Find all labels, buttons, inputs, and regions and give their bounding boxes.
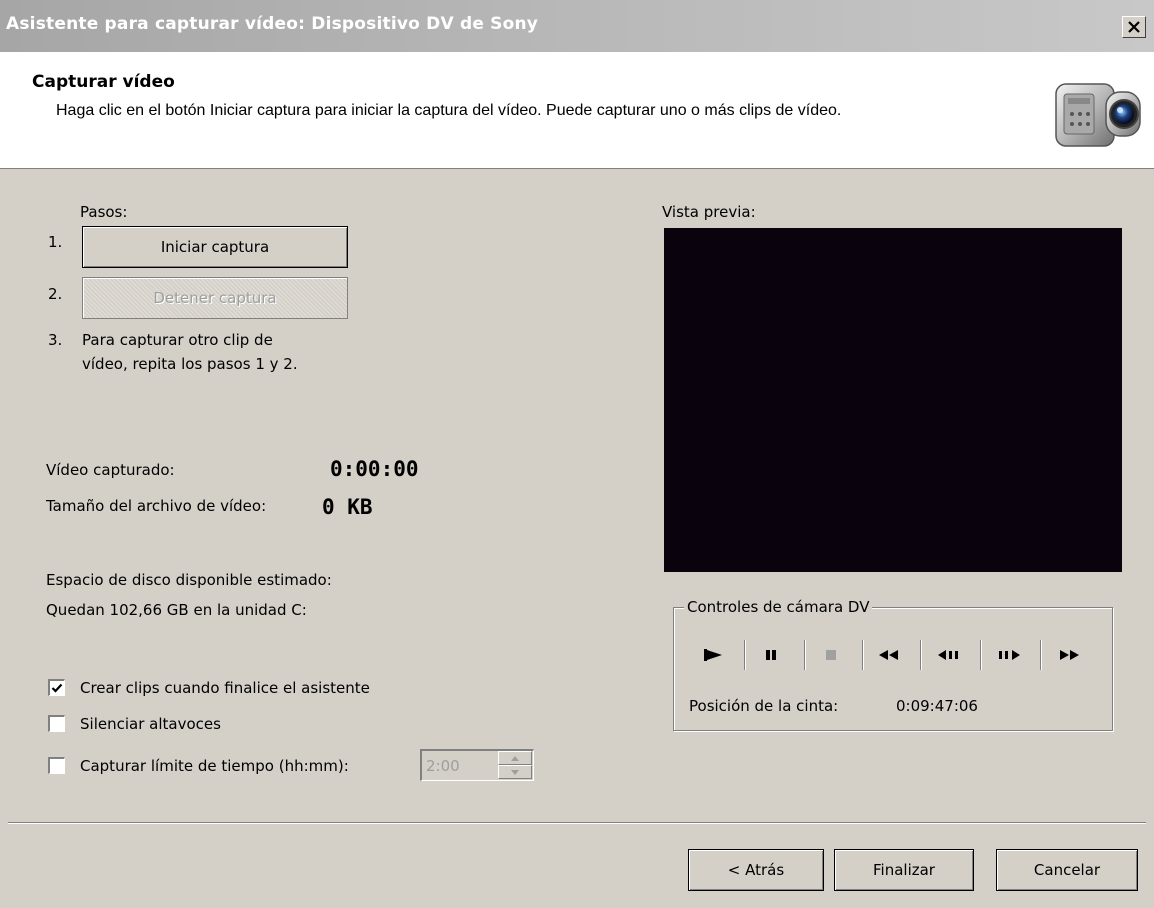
cancel-button[interactable]: Cancelar [996, 849, 1138, 891]
rewind-button[interactable] [872, 637, 906, 673]
steps-label: Pasos: [80, 203, 128, 221]
stop-capture-button[interactable]: Detener captura [82, 277, 348, 319]
create-clips-label[interactable]: Crear clips cuando finalice el asistente [80, 679, 370, 697]
play-icon [704, 649, 722, 661]
next-frame-button[interactable] [992, 637, 1026, 673]
tape-position-label: Posición de la cinta: [689, 697, 839, 715]
finish-button[interactable]: Finalizar [834, 849, 974, 891]
camcorder-icon [1055, 83, 1141, 147]
start-capture-label: Iniciar captura [160, 238, 270, 256]
step-3-number: 3. [48, 331, 63, 349]
stop-icon [826, 650, 836, 660]
step-2-number: 2. [48, 285, 63, 303]
fast-forward-button[interactable] [1052, 637, 1086, 673]
time-limit-label[interactable]: Capturar límite de tiempo (hh:mm): [80, 757, 349, 775]
rewind-icon [879, 650, 898, 660]
create-clips-checkbox[interactable] [48, 679, 65, 696]
control-separator [1040, 640, 1041, 670]
cancel-button-label: Cancelar [1033, 861, 1101, 879]
page-title: Capturar vídeo [32, 72, 175, 92]
preview-label: Vista previa: [662, 203, 756, 221]
step-3-text-line-2: vídeo, repita los pasos 1 y 2. [82, 355, 298, 373]
title-bar[interactable]: Asistente para capturar vídeo: Dispositi… [0, 0, 1154, 52]
page-description: Haga clic en el botón Iniciar captura pa… [56, 102, 842, 119]
stop-capture-label: Detener captura [153, 289, 277, 307]
tape-position-value: 0:09:47:06 [896, 697, 978, 715]
footer-separator [8, 822, 1146, 823]
pause-button[interactable] [754, 637, 788, 673]
control-separator [744, 640, 745, 670]
file-size-label: Tamaño del archivo de vídeo: [46, 497, 267, 515]
video-preview [664, 228, 1122, 572]
disk-space-label: Espacio de disco disponible estimado: [46, 571, 332, 589]
step-1-number: 1. [48, 233, 63, 251]
arrow-down-icon [511, 769, 519, 775]
next-frame-icon [999, 650, 1020, 660]
pause-icon [766, 650, 776, 660]
control-separator [862, 640, 863, 670]
start-capture-button[interactable]: Iniciar captura [82, 226, 348, 268]
back-button[interactable]: < Atrás [688, 849, 824, 891]
close-button[interactable] [1122, 16, 1146, 38]
spin-up-button[interactable] [498, 751, 532, 765]
mute-speakers-label[interactable]: Silenciar altavoces [80, 715, 221, 733]
window-title: Asistente para capturar vídeo: Dispositi… [6, 14, 539, 34]
control-separator [804, 640, 805, 670]
control-separator [980, 640, 981, 670]
mute-speakers-checkbox[interactable] [48, 715, 65, 732]
spin-down-button[interactable] [498, 765, 532, 779]
captured-video-value: 0:00:00 [330, 457, 419, 481]
disk-space-value: Quedan 102,66 GB en la unidad C: [46, 601, 307, 619]
arrow-up-icon [511, 755, 519, 761]
file-size-value: 0 KB [322, 495, 373, 519]
check-icon [51, 683, 63, 693]
close-icon [1128, 21, 1140, 33]
control-separator [920, 640, 921, 670]
play-button[interactable] [696, 637, 730, 673]
dv-camera-controls-title: Controles de cámara DV [684, 598, 873, 616]
wizard-header: Capturar vídeo Haga clic en el botón Ini… [0, 52, 1154, 169]
finish-button-label: Finalizar [873, 861, 935, 879]
previous-frame-icon [938, 650, 958, 660]
back-button-label: < Atrás [727, 861, 785, 879]
previous-frame-button[interactable] [932, 637, 966, 673]
step-3-text-line-1: Para capturar otro clip de [82, 331, 273, 349]
captured-video-label: Vídeo capturado: [46, 461, 175, 479]
time-limit-spin-buttons [498, 751, 532, 779]
fast-forward-icon [1060, 650, 1079, 660]
time-limit-value: 2:00 [426, 757, 460, 775]
stop-button[interactable] [814, 637, 848, 673]
time-limit-checkbox[interactable] [48, 757, 65, 774]
